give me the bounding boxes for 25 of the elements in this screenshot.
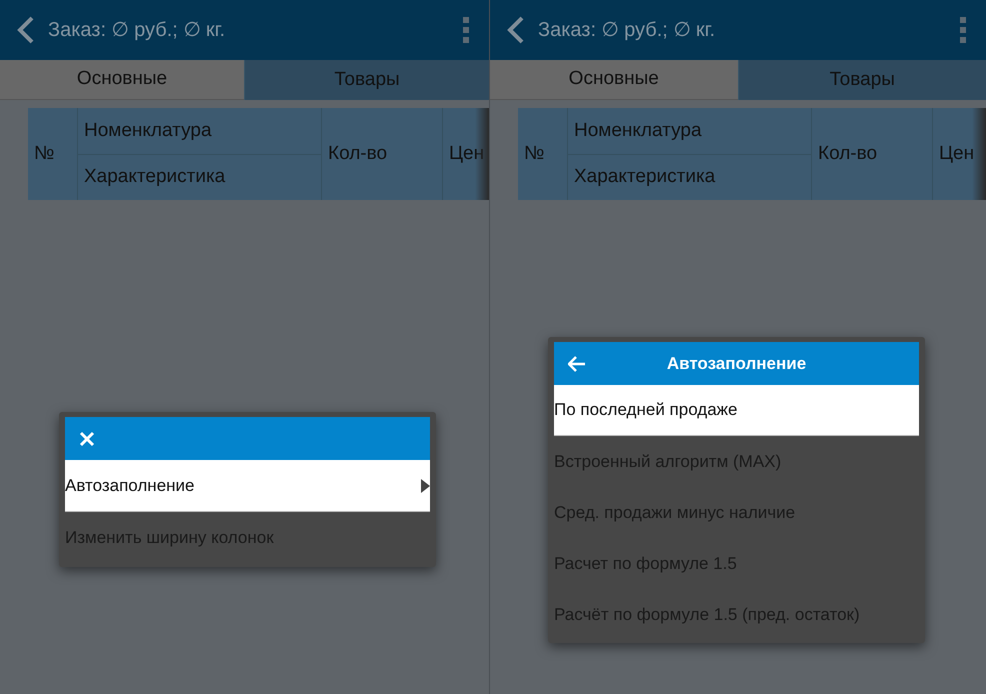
back-arrow-icon[interactable] — [568, 356, 586, 372]
tab[interactable]: Основные — [490, 60, 738, 100]
column-header: № — [524, 142, 544, 166]
window-title: Заказ: ∅ руб.; ∅ кг. — [48, 18, 226, 43]
tab[interactable]: Основные — [0, 60, 244, 100]
column-header: Цен — [449, 142, 484, 166]
column-header: Цен — [939, 142, 974, 166]
more-icon[interactable] — [960, 17, 966, 43]
menu-item[interactable]: По последней продаже — [554, 385, 919, 436]
window-title: Заказ: ∅ руб.; ∅ кг. — [538, 18, 716, 43]
back-icon[interactable] — [16, 15, 36, 45]
more-icon[interactable] — [463, 17, 469, 43]
tab[interactable]: Товары — [244, 60, 489, 100]
menu-item[interactable]: Автозаполнение — [65, 460, 430, 512]
column-header: Номенклатура — [78, 108, 321, 154]
menu-title: Автозаполнение — [666, 352, 808, 375]
column-header: Характеристика — [83, 165, 226, 189]
column-header: № — [34, 142, 54, 166]
column-header: Кол-во — [328, 142, 388, 166]
column-header: Характеристика — [573, 165, 716, 189]
close-icon[interactable] — [79, 430, 95, 446]
column-header: Кол-во — [818, 142, 878, 166]
back-icon[interactable] — [506, 15, 526, 45]
tab[interactable]: Товары — [738, 60, 986, 100]
column-header: Номенклатура — [568, 108, 811, 154]
